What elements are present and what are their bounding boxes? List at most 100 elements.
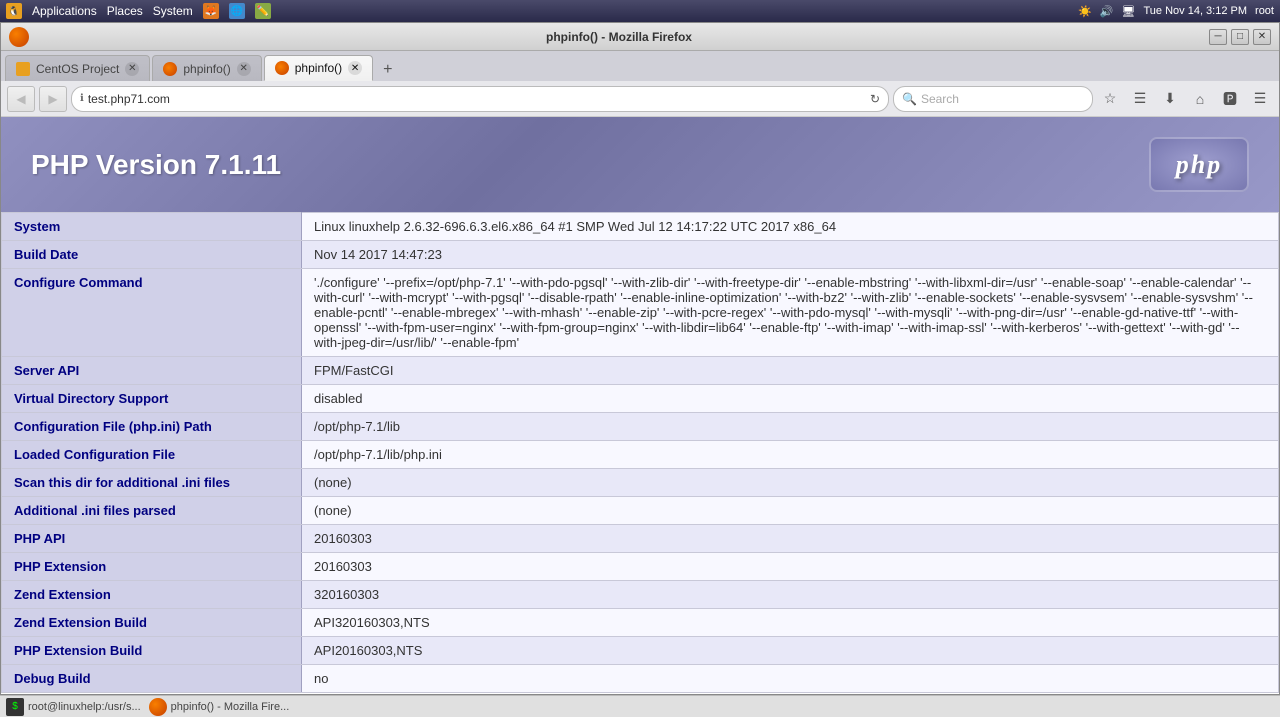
- row-value: disabled: [302, 385, 1279, 413]
- centos-favicon: [16, 62, 30, 76]
- row-value: API320160303,NTS: [302, 609, 1279, 637]
- row-value: 20160303: [302, 553, 1279, 581]
- table-row: Virtual Directory Supportdisabled: [2, 385, 1279, 413]
- tabs-bar: CentOS Project ✕ phpinfo() ✕ phpinfo() ✕…: [1, 51, 1279, 81]
- php-logo: php: [1149, 137, 1249, 192]
- row-key: Server API: [2, 357, 302, 385]
- phpinfo-header: PHP Version 7.1.11 php: [1, 117, 1279, 212]
- row-value: './configure' '--prefix=/opt/php-7.1' '-…: [302, 269, 1279, 357]
- url-lock-icon: ℹ: [80, 93, 84, 104]
- tab-phpinfo1-label: phpinfo(): [183, 62, 230, 76]
- linuxhelp-logo-area: LinuxHelp: [1, 693, 1279, 694]
- page-content: PHP Version 7.1.11 php SystemLinux linux…: [1, 117, 1279, 694]
- firefox-os-icon: 🦊: [203, 3, 219, 19]
- row-key: PHP Extension Build: [2, 637, 302, 665]
- table-row: SystemLinux linuxhelp 2.6.32-696.6.3.el6…: [2, 213, 1279, 241]
- table-row: Scan this dir for additional .ini files(…: [2, 469, 1279, 497]
- row-key: PHP Extension: [2, 553, 302, 581]
- row-value: 20160303: [302, 525, 1279, 553]
- search-icon: 🔍: [902, 92, 917, 106]
- row-value: /opt/php-7.1/lib/php.ini: [302, 441, 1279, 469]
- status-bar: $ root@linuxhelp:/usr/s... phpinfo() - M…: [0, 695, 1280, 717]
- sunlight-icon: ☀️: [1078, 5, 1092, 18]
- row-key: Configuration File (php.ini) Path: [2, 413, 302, 441]
- volume-icon: 🔊: [1100, 5, 1114, 18]
- system-menu[interactable]: System: [153, 4, 193, 18]
- table-row: Configure Command'./configure' '--prefix…: [2, 269, 1279, 357]
- row-key: Loaded Configuration File: [2, 441, 302, 469]
- browser-title: phpinfo() - Mozilla Firefox: [37, 30, 1201, 44]
- table-row: Zend Extension320160303: [2, 581, 1279, 609]
- terminal-taskbar-label: root@linuxhelp:/usr/s...: [28, 701, 141, 713]
- row-value: /opt/php-7.1/lib: [302, 413, 1279, 441]
- new-tab-button[interactable]: +: [375, 61, 400, 79]
- phpinfo-title: PHP Version 7.1.11: [31, 149, 281, 181]
- row-key: PHP API: [2, 525, 302, 553]
- back-button[interactable]: ◀: [7, 86, 35, 112]
- row-value: API20160303,NTS: [302, 637, 1279, 665]
- browser-os-icon: 🌐: [229, 3, 245, 19]
- table-row: PHP Extension BuildAPI20160303,NTS: [2, 637, 1279, 665]
- row-key: Build Date: [2, 241, 302, 269]
- table-row: Configuration File (php.ini) Path/opt/ph…: [2, 413, 1279, 441]
- row-value: 320160303: [302, 581, 1279, 609]
- places-menu[interactable]: Places: [107, 4, 143, 18]
- url-bar[interactable]: ℹ test.php71.com ↻: [71, 86, 889, 112]
- row-key: Scan this dir for additional .ini files: [2, 469, 302, 497]
- reader-view-button[interactable]: ☰: [1127, 86, 1153, 112]
- search-bar[interactable]: 🔍 Search: [893, 86, 1093, 112]
- row-value: (none): [302, 469, 1279, 497]
- minimize-button[interactable]: ─: [1209, 29, 1227, 45]
- window-controls: ─ □ ✕: [1209, 29, 1271, 45]
- os-app-icon: 🐧: [6, 3, 22, 19]
- row-value: Nov 14 2017 14:47:23: [302, 241, 1279, 269]
- table-row: Server APIFPM/FastCGI: [2, 357, 1279, 385]
- row-value: no: [302, 665, 1279, 693]
- table-row: PHP API20160303: [2, 525, 1279, 553]
- php-logo-inner: php: [1176, 150, 1222, 180]
- table-row: Build DateNov 14 2017 14:47:23: [2, 241, 1279, 269]
- datetime-label: Tue Nov 14, 3:12 PM: [1143, 5, 1247, 17]
- tab-centos[interactable]: CentOS Project ✕: [5, 55, 150, 81]
- row-key: Zend Extension Build: [2, 609, 302, 637]
- os-topbar: 🐧 Applications Places System 🦊 🌐 ✏️ ☀️ 🔊…: [0, 0, 1280, 22]
- applications-menu[interactable]: Applications: [32, 4, 97, 18]
- tab-centos-close[interactable]: ✕: [125, 62, 139, 76]
- forward-button[interactable]: ▶: [39, 86, 67, 112]
- browser-taskbar-item[interactable]: phpinfo() - Mozilla Fire...: [149, 698, 290, 716]
- tab-phpinfo-2[interactable]: phpinfo() ✕: [264, 55, 373, 81]
- os-topbar-left: 🐧 Applications Places System 🦊 🌐 ✏️: [6, 3, 271, 19]
- firefox-title-icon: [9, 27, 29, 47]
- browser-taskbar-icon: [149, 698, 167, 716]
- monitor-icon: 🖥: [1122, 5, 1136, 18]
- tab-phpinfo-1[interactable]: phpinfo() ✕: [152, 55, 261, 81]
- reload-button[interactable]: ↻: [870, 92, 880, 106]
- bookmark-star-button[interactable]: ☆: [1097, 86, 1123, 112]
- close-button[interactable]: ✕: [1253, 29, 1271, 45]
- row-key: Debug Build: [2, 665, 302, 693]
- row-value: FPM/FastCGI: [302, 357, 1279, 385]
- terminal-taskbar-item[interactable]: $ root@linuxhelp:/usr/s...: [6, 698, 141, 716]
- browser-taskbar-label: phpinfo() - Mozilla Fire...: [171, 701, 290, 713]
- table-row: PHP Extension20160303: [2, 553, 1279, 581]
- phpinfo2-favicon: [275, 61, 289, 75]
- table-row: Additional .ini files parsed(none): [2, 497, 1279, 525]
- row-key: System: [2, 213, 302, 241]
- table-row: Loaded Configuration File/opt/php-7.1/li…: [2, 441, 1279, 469]
- tab-phpinfo2-close[interactable]: ✕: [348, 61, 362, 75]
- maximize-button[interactable]: □: [1231, 29, 1249, 45]
- terminal-taskbar-icon: $: [6, 698, 24, 716]
- browser-window: phpinfo() - Mozilla Firefox ─ □ ✕ CentOS…: [0, 22, 1280, 695]
- search-placeholder: Search: [921, 92, 959, 106]
- pocket-button[interactable]: 🅿: [1217, 86, 1243, 112]
- tab-phpinfo1-close[interactable]: ✕: [237, 62, 251, 76]
- table-row: Debug Buildno: [2, 665, 1279, 693]
- home-button[interactable]: ⌂: [1187, 86, 1213, 112]
- user-label: root: [1255, 5, 1274, 17]
- row-key: Zend Extension: [2, 581, 302, 609]
- table-row: Zend Extension BuildAPI320160303,NTS: [2, 609, 1279, 637]
- row-value: (none): [302, 497, 1279, 525]
- menu-button[interactable]: ☰: [1247, 86, 1273, 112]
- tab-centos-label: CentOS Project: [36, 62, 119, 76]
- download-button[interactable]: ⬇: [1157, 86, 1183, 112]
